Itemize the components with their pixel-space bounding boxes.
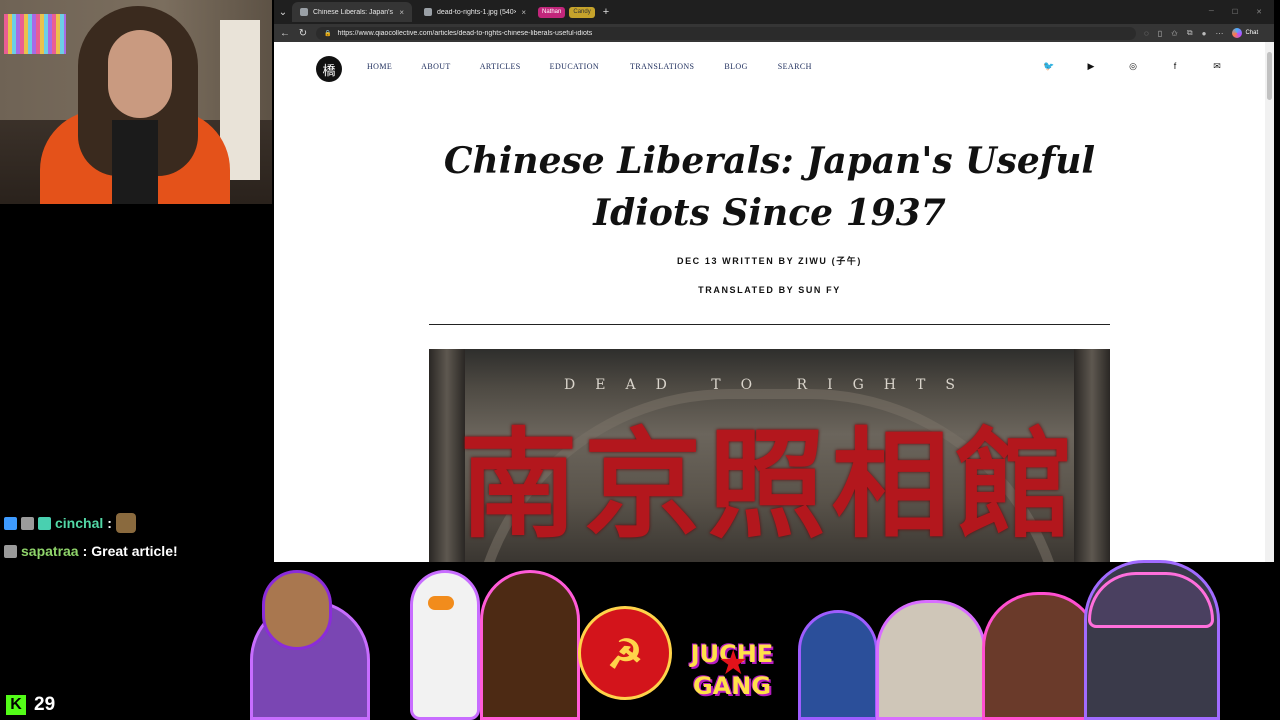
youtube-icon[interactable]: ▶	[1085, 61, 1097, 72]
collections-icon[interactable]: ⧉	[1187, 28, 1193, 38]
hero-chinese-title: 南京照相館	[459, 416, 1080, 554]
favorites-icon[interactable]: ✩	[1171, 29, 1178, 38]
more-icon[interactable]: ⋯	[1215, 29, 1223, 38]
stream-overlay: ⌄ Chinese Liberals: Japan's Useful Idiot…	[0, 0, 1280, 720]
address-bar[interactable]: 🔒 https://www.qiaocollective.com/article…	[316, 26, 1136, 509]
profile-icon[interactable]: ●	[1202, 29, 1207, 38]
lock-icon[interactable]: 🔒	[324, 30, 331, 37]
title-line-1: Chinese Liberals: Japan's Useful	[443, 140, 1096, 182]
divider	[429, 324, 1110, 325]
tab-title: dead-to-rights-1.jpg (540×357)	[437, 8, 517, 16]
chat-colon: :	[107, 515, 112, 531]
chat-message: cinchal :	[4, 512, 264, 534]
chat-message: sapatraa : Great article!	[4, 540, 264, 562]
site-logo[interactable]: 橋	[316, 56, 342, 82]
streamer-face	[108, 30, 172, 118]
nav-about[interactable]: ABOUT	[421, 62, 451, 71]
refresh-extension-icon[interactable]: ◌	[1144, 29, 1149, 38]
site-header: 橋 HOME ABOUT ARTICLES EDUCATION TRANSLAT…	[274, 42, 1265, 94]
portrait-figure-1-head	[262, 570, 332, 650]
emblem-symbol-icon: ☭	[607, 633, 643, 677]
cat-figure	[876, 600, 986, 720]
facebook-icon[interactable]: f	[1169, 61, 1181, 72]
reload-icon[interactable]: ↻	[298, 28, 308, 39]
chat-text: Great article!	[91, 543, 178, 559]
twitter-icon[interactable]: 🐦	[1043, 61, 1055, 72]
close-window-icon[interactable]: ✕	[1256, 8, 1262, 16]
viewer-counter: K 29	[6, 694, 55, 716]
red-star-icon: ★	[718, 644, 749, 682]
tab-group-candy[interactable]: Candy	[569, 6, 595, 18]
close-icon[interactable]: ×	[399, 8, 404, 17]
goose-beak	[428, 596, 454, 610]
nav-education[interactable]: EDUCATION	[550, 62, 599, 71]
kick-logo-icon: K	[6, 695, 26, 715]
split-screen-icon[interactable]: ▯	[1158, 29, 1162, 38]
instagram-icon[interactable]: ◎	[1127, 61, 1139, 72]
title-line-2: Idiots Since 1937	[593, 192, 946, 234]
scrollbar-thumb[interactable]	[1267, 52, 1272, 100]
url-text: https://www.qiaocollective.com/articles/…	[337, 29, 593, 37]
viewer-count: 29	[34, 694, 56, 715]
browser-window: ⌄ Chinese Liberals: Japan's Useful Idiot…	[274, 0, 1274, 562]
site-menu: HOME ABOUT ARTICLES EDUCATION TRANSLATIO…	[367, 62, 812, 71]
portrait-figure-7	[982, 592, 1100, 720]
window-controls: ─ ☐ ✕	[1209, 8, 1274, 16]
chat-label: Chat	[1245, 30, 1259, 36]
social-links: 🐦 ▶ ◎ f ✉	[1043, 61, 1223, 72]
tab-image[interactable]: dead-to-rights-1.jpg (540×357) ×	[416, 2, 534, 22]
minimize-icon[interactable]: ─	[1209, 8, 1214, 16]
badge-icon	[21, 516, 34, 530]
nav-search[interactable]: SEARCH	[778, 62, 812, 71]
goose-figure	[410, 570, 480, 720]
tab-article[interactable]: Chinese Liberals: Japan's Useful Idiots …	[292, 2, 412, 22]
chat-username: cinchal	[55, 515, 104, 531]
bear-emote-icon	[115, 513, 136, 533]
web-page: 橋 HOME ABOUT ARTICLES EDUCATION TRANSLAT…	[274, 42, 1265, 562]
hero-image: DEAD TO RIGHTS 南京照相館	[429, 349, 1110, 562]
nav-blog[interactable]: BLOG	[724, 62, 747, 71]
webcam-feed	[0, 0, 272, 204]
article-title: Chinese Liberals: Japan's Useful Idiots …	[274, 135, 1265, 239]
article-byline: DEC 13 WRITTEN BY ZIWU (子午)	[676, 256, 863, 266]
copilot-chat-button[interactable]: Chat	[1232, 28, 1258, 38]
browser-toolbar: ← ↻ 🔒 https://www.qiaocollective.com/art…	[274, 24, 1274, 509]
nav-articles[interactable]: ARTICLES	[480, 62, 521, 71]
led-panel	[4, 14, 66, 54]
page-scrollbar[interactable]	[1265, 42, 1274, 562]
portrait-figure-5	[798, 610, 878, 720]
article-translator: TRANSLATED BY SUN FY	[698, 285, 841, 295]
chat-colon: :	[82, 543, 88, 559]
nav-translations[interactable]: TRANSLATIONS	[630, 62, 694, 71]
chat-username: sapatraa	[21, 543, 79, 559]
streamer-shirt	[112, 120, 158, 204]
badge-icon	[4, 544, 17, 558]
tab-title: Chinese Liberals: Japan's Useful Idiots …	[313, 8, 394, 16]
tab-bar: ⌄ Chinese Liberals: Japan's Useful Idiot…	[274, 0, 1274, 24]
maximize-icon[interactable]: ☐	[1232, 8, 1238, 16]
close-icon[interactable]: ×	[521, 8, 526, 17]
nav-home[interactable]: HOME	[367, 62, 392, 71]
back-icon[interactable]: ←	[280, 28, 290, 39]
tab-group-nathan[interactable]: Nathan	[538, 6, 566, 18]
tab-list-icon[interactable]: ⌄	[278, 7, 288, 18]
copilot-icon	[1232, 28, 1243, 38]
favicon-icon	[300, 8, 308, 16]
globe-icon	[424, 8, 432, 16]
badge-icon	[4, 516, 17, 530]
toolbar-icons: ◌ ▯ ✩ ⧉ ● ⋯ Chat	[1144, 28, 1258, 38]
overlay-banner: ☭ JUCHE GANG ★	[200, 560, 1280, 720]
mail-icon[interactable]: ✉	[1211, 61, 1223, 72]
new-tab-button[interactable]: +	[599, 6, 613, 18]
badge-icon	[38, 516, 51, 530]
portrait-figure-3	[480, 570, 580, 720]
